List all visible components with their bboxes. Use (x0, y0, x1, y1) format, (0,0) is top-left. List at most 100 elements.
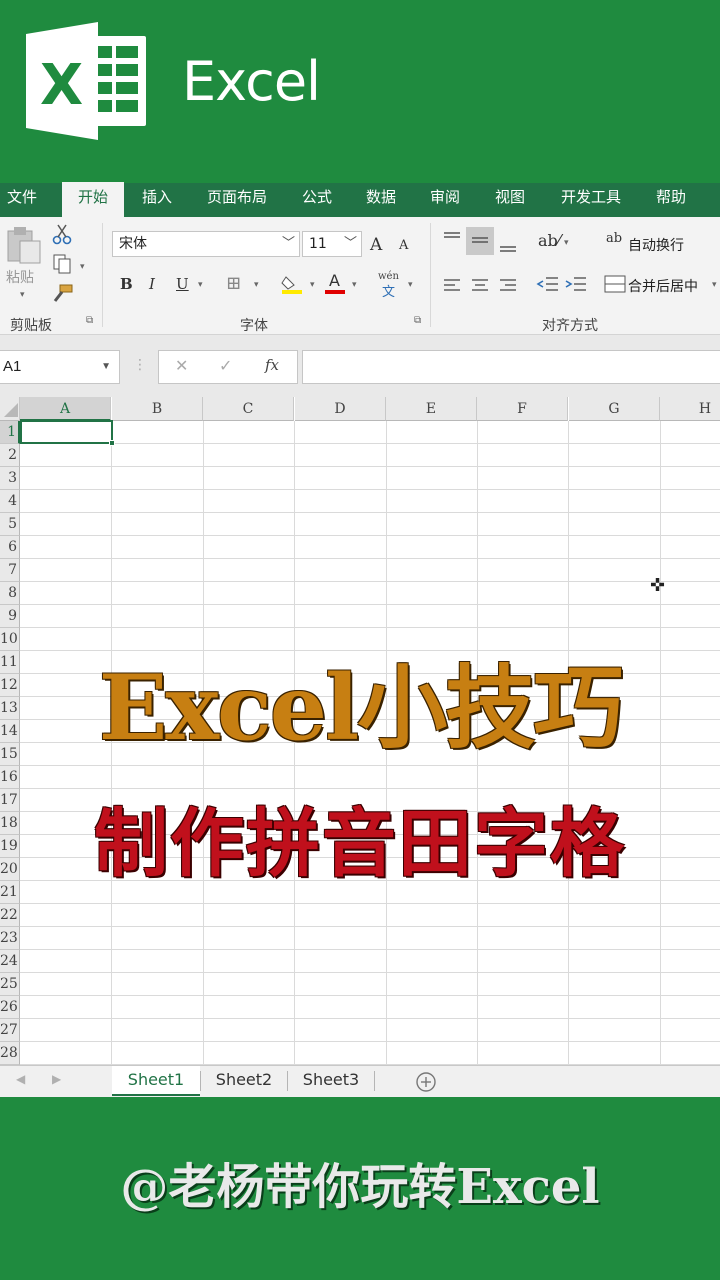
enter-icon[interactable]: ✓ (219, 356, 232, 376)
grid-line (20, 949, 720, 950)
increase-font-size-button[interactable]: A (370, 235, 382, 255)
grid-line (20, 627, 720, 628)
tab-review[interactable]: 审阅 (422, 183, 468, 217)
sheet-tab-bar: ◀ ▶ Sheet1 Sheet2 Sheet3 (0, 1065, 720, 1097)
row-header[interactable]: 7 (0, 559, 20, 582)
row-header[interactable]: 25 (0, 973, 20, 996)
align-center-icon[interactable] (470, 277, 490, 293)
scroll-left-icon[interactable]: ◀ (16, 1072, 25, 1086)
cancel-icon[interactable]: ✕ (175, 356, 188, 376)
phonetic-dropdown-icon[interactable]: ▾ (408, 279, 413, 290)
orientation-dropdown-icon[interactable]: ▾ (564, 237, 569, 248)
font-color-icon[interactable]: A (325, 271, 347, 295)
align-middle-button[interactable] (466, 227, 494, 255)
phonetic-guide-icon[interactable]: wén 文 (378, 271, 406, 300)
wrap-text-button[interactable]: 自动换行 (628, 235, 684, 255)
font-color-dropdown-icon[interactable]: ▾ (352, 279, 357, 290)
italic-button[interactable]: I (149, 275, 155, 293)
grid-line (20, 466, 720, 467)
merge-center-icon[interactable] (604, 275, 626, 293)
row-header[interactable]: 2 (0, 444, 20, 467)
splitter-handle-icon[interactable]: ⋮ (133, 356, 147, 373)
tab-help[interactable]: 帮助 (648, 183, 694, 217)
row-header[interactable]: 28 (0, 1042, 20, 1065)
format-painter-icon[interactable] (52, 283, 74, 303)
insert-function-icon[interactable]: fx (265, 356, 279, 374)
font-size-select[interactable]: 11 ﹀ (302, 231, 362, 257)
row-header[interactable]: 6 (0, 536, 20, 559)
sheet-tab-2[interactable]: Sheet2 (202, 1066, 286, 1096)
underline-dropdown-icon[interactable]: ▾ (198, 279, 203, 290)
ribbon-tab-bar: 文件 开始 插入 页面布局 公式 数据 审阅 视图 开发工具 帮助 (0, 182, 720, 218)
borders-dropdown-icon[interactable]: ▾ (254, 279, 259, 290)
increase-indent-icon[interactable] (564, 275, 588, 293)
tab-data[interactable]: 数据 (358, 183, 404, 217)
tab-view[interactable]: 视图 (487, 183, 533, 217)
row-header[interactable]: 5 (0, 513, 20, 536)
clipboard-launcher-icon[interactable]: ⧉ (86, 315, 93, 326)
merge-center-button[interactable]: 合并后居中 (628, 276, 698, 296)
tab-file[interactable]: 文件 (0, 183, 44, 217)
worksheet-grid[interactable]: A B C D E F G H 1 2 3 4 5 6 7 8 9 10 11 12 13 14 15 16 17 18 19 20 2… (0, 397, 720, 1065)
underline-button[interactable]: U (176, 275, 189, 293)
grid-line (20, 972, 720, 973)
row-header[interactable]: 27 (0, 1019, 20, 1042)
row-header[interactable]: 22 (0, 904, 20, 927)
align-bottom-icon[interactable] (498, 237, 518, 253)
font-name-select[interactable]: 宋体 ﹀ (112, 231, 300, 257)
tab-page-layout[interactable]: 页面布局 (198, 183, 276, 217)
orientation-icon[interactable]: ab⁄ (538, 231, 560, 250)
chevron-down-icon[interactable]: ▼ (101, 351, 111, 383)
tab-home[interactable]: 开始 (62, 182, 124, 218)
overlay-subtitle: 制作拼音田字格 (94, 801, 626, 887)
column-header[interactable]: F (477, 397, 568, 421)
font-launcher-icon[interactable]: ⧉ (414, 315, 421, 326)
copy-icon[interactable] (52, 253, 74, 275)
align-right-icon[interactable] (498, 277, 518, 293)
column-header[interactable]: H (660, 397, 720, 421)
paste-button[interactable]: 粘贴 (6, 267, 34, 287)
cut-icon[interactable] (52, 223, 72, 245)
sheet-tab-3[interactable]: Sheet3 (289, 1066, 373, 1096)
decrease-font-size-button[interactable]: A (399, 238, 408, 253)
name-box[interactable]: A1 ▼ (0, 350, 120, 384)
tab-insert[interactable]: 插入 (134, 183, 180, 217)
paste-dropdown-icon[interactable]: ▾ (20, 289, 25, 300)
fill-color-icon[interactable] (280, 273, 306, 295)
borders-icon[interactable]: ⊞ (226, 273, 241, 294)
row-header[interactable]: 26 (0, 996, 20, 1019)
row-header[interactable]: 4 (0, 490, 20, 513)
row-header[interactable]: 8 (0, 582, 20, 605)
tab-developer[interactable]: 开发工具 (552, 183, 630, 217)
fill-color-dropdown-icon[interactable]: ▾ (310, 279, 315, 290)
select-all-triangle-icon (4, 403, 18, 417)
column-header[interactable]: D (295, 397, 386, 421)
column-header[interactable]: B (112, 397, 203, 421)
row-header[interactable]: 1 (0, 421, 20, 444)
grid-line (20, 604, 720, 605)
row-header[interactable]: 9 (0, 605, 20, 628)
bold-button[interactable]: B (120, 275, 133, 293)
font-size-value: 11 (309, 236, 327, 252)
row-header[interactable]: 3 (0, 467, 20, 490)
row-header[interactable]: 24 (0, 950, 20, 973)
paste-icon[interactable] (4, 225, 44, 265)
decrease-indent-icon[interactable] (536, 275, 560, 293)
column-header[interactable]: E (386, 397, 477, 421)
active-cell-outline[interactable] (20, 420, 113, 444)
fill-handle[interactable] (109, 440, 115, 446)
formula-input[interactable] (302, 350, 720, 384)
align-left-icon[interactable] (442, 277, 462, 293)
tab-formulas[interactable]: 公式 (294, 183, 340, 217)
align-top-icon[interactable] (442, 231, 462, 247)
column-header[interactable]: A (20, 397, 111, 421)
sheet-tab-1[interactable]: Sheet1 (112, 1066, 200, 1096)
scroll-right-icon[interactable]: ▶ (52, 1072, 61, 1086)
column-header[interactable]: C (203, 397, 294, 421)
copy-dropdown-icon[interactable]: ▾ (80, 261, 85, 272)
row-header[interactable]: 23 (0, 927, 20, 950)
add-sheet-icon[interactable] (415, 1071, 437, 1093)
chevron-down-icon: ﹀ (281, 236, 295, 251)
column-header[interactable]: G (569, 397, 660, 421)
merge-dropdown-icon[interactable]: ▾ (712, 279, 717, 290)
